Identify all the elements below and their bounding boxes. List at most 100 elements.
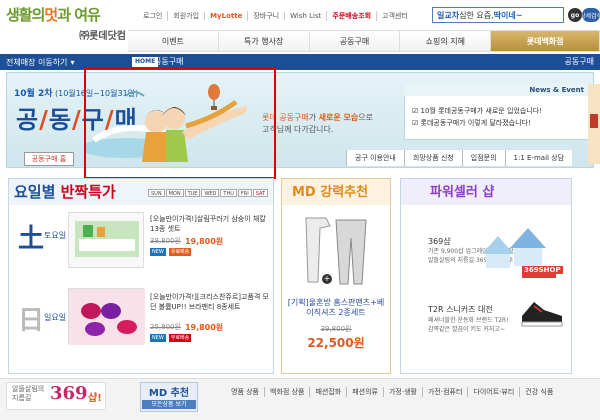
highlight-box [84,67,276,179]
new-badge: NEW [150,248,166,256]
side-ad[interactable] [588,84,600,164]
search-text: 일교차 [437,10,460,20]
logo-text: 멋 [44,6,58,24]
news-item-label: 10월 롯데공동구매가 새로운 입었습니다! [420,107,542,115]
side-ad-image [588,84,600,164]
search-go-button[interactable]: go [568,8,582,22]
md-product-image[interactable] [296,212,376,292]
tab-sat[interactable]: SAT [252,189,269,197]
product-name[interactable]: [오늘만이가격!][크리스찬쥬르]고품격 모던 볼륨UP!! 브라팬티 8종세트 [150,292,270,312]
email-consult-link[interactable]: 1:1 E-mail 상담 [504,150,573,166]
news-item[interactable]: ☑ 10월 롯데공동구매가 새로운 입었습니다! [412,106,542,116]
join-link[interactable]: 회원가입 [167,11,204,21]
hero-message-text: 새로운 모습 [318,113,359,122]
login-link[interactable]: 로그인 [138,11,167,21]
shop-description-line: 감쪽같은 깔끔이 키도 커지고~ [428,326,505,333]
original-price: 39,800원 [150,237,181,245]
md-original-price: 39,800원 [320,325,352,333]
tab-health-food[interactable]: 건강 식품 [519,387,558,397]
nav-department-store[interactable]: 롯데백화점 [491,30,600,52]
md-recommend-title: MD 강력추천 [292,185,369,200]
nav-group-buy[interactable]: 공동구매 [309,30,401,52]
md-product-name[interactable]: [기획]울혼방 홈스판팬츠+베이직셔츠 2종세트 [286,298,386,318]
site-logo[interactable]: 생활의멋과 여유 ㈜롯데닷컴 [6,4,126,52]
day-label: 일요일 [44,313,67,322]
product-thumbnail[interactable] [68,212,144,268]
global-nav: 이벤트 특가 행사장 공동구매 쇼핑의 지혜 롯데백화점 [128,30,600,52]
shipping-badge: 무료배송 [168,334,192,342]
tab-mon[interactable]: MON [165,189,184,197]
bullet-icon: ☑ [412,119,421,127]
bottom-category-tabs: 명품 상품 백화점 상품 패션잡화 패션의류 가정·생활 가전·컴퓨터 다이어트… [226,387,558,397]
new-badge: NEW [150,334,166,342]
cart-link[interactable]: 장바구니 [247,11,284,21]
shop-description: 패셔너블한 운동화 브랜드 T2R! 감쪽같은 깔끔이 키도 커지고~ [428,316,509,334]
panel-title-text: 요일별 [14,183,61,201]
hero-message: 롯데 공동구매가 새로운 모습으로 고객님께 다가갑니다. [262,112,373,136]
chevron-down-icon: ▾ [70,57,75,67]
news-event-header: News & Event [404,84,590,96]
hero-message-text: 공동구매 [279,113,309,122]
view-all-button[interactable]: 모든상품 보기 [142,400,196,409]
tab-thu[interactable]: THU [220,189,237,197]
search-text: 딱이네~ [493,10,523,20]
banner-small-text: 알뜰살림의 지름길 [12,385,44,403]
hero-date-week: 10월 2차 [14,89,53,99]
md-pick-title: MD 추천 [148,388,190,399]
sneaker-image[interactable] [518,292,566,332]
nav-events[interactable]: 이벤트 [128,30,219,52]
tab-department[interactable]: 백화점 상품 [264,387,309,397]
news-item-label: 롯데공동구매가 이렇게 달라졌습니다! [420,119,531,127]
tab-home-living[interactable]: 가정·생활 [382,387,422,397]
banner-tail: 샵! [88,393,102,404]
guide-link[interactable]: 공구 이용안내 [346,150,404,166]
search-text: 심한 요즘, [459,10,494,20]
shop-name[interactable]: 369샵 [428,236,451,247]
tab-wed[interactable]: WED [201,189,220,197]
md-sale-price: 22,500원 [307,336,365,350]
day-label-big: 土 [18,224,45,254]
product-thumbnail[interactable] [68,288,145,345]
search-input[interactable]: 일교차 심한 요즘, 딱이네~ [432,7,564,23]
badge-row: NEW 유료배송 [150,248,192,256]
tab-fashion-goods[interactable]: 패션잡화 [309,387,346,397]
original-price: 25,800원 [150,323,181,331]
product-name[interactable]: [오늘만이가격!]살림꾸러기 삼숭이 채칼13종 셋트 [150,214,270,234]
news-item[interactable]: ☑ 롯데공동구매가 이렇게 달라졌습니다! [412,118,531,128]
wishlist-link[interactable]: Wish List [284,12,326,20]
mylotte-link[interactable]: MyLotte [204,12,247,20]
logo-text: 생활의 [6,6,45,24]
nav-shopping-tips[interactable]: 쇼핑의 지혜 [400,30,492,52]
day-label-big: 日 [18,306,45,336]
section-label: 공동구매 [564,57,594,66]
customer-center-link[interactable]: 고객센터 [376,11,413,21]
tab-tue[interactable]: TUE [184,189,201,197]
logo-company: ㈜롯데닷컴 [79,31,126,42]
tab-fashion-clothing[interactable]: 패션의류 [346,387,383,397]
request-link[interactable]: 희망상품 신청 [403,150,462,166]
daily-special-title: 요일별 반짝특가 [14,181,116,202]
banner-small-line: 알뜰살림의 [12,385,45,393]
advanced-search-button[interactable]: 상세검색 [582,8,600,22]
nav-special-sale[interactable]: 특가 행사장 [218,30,310,52]
tab-sun[interactable]: SUN [148,189,165,197]
logo-text: 과 여유 [57,6,101,24]
banner-number: 369 [50,383,88,404]
tab-luxury[interactable]: 명품 상품 [226,387,264,397]
badge-row: NEW 무료배송 [150,334,192,342]
hero-sublinks: 공구 이용안내 희망상품 신청 입점문의 1:1 E-mail 상담 [346,150,573,166]
tab-electronics[interactable]: 가전·컴퓨터 [421,387,467,397]
tab-fri[interactable]: FRI [237,189,252,197]
shipping-badge: 유료배송 [168,248,192,256]
order-tracking-link[interactable]: 주문배송조회 [326,11,376,21]
power-seller-title: 파워셀러 샵 [430,185,495,200]
tab-diet-beauty[interactable]: 다이어트·뷰티 [467,387,519,397]
hero-title-char: 동 [48,105,72,134]
shop-name[interactable]: T2R 스니커즈 대전 [428,304,493,315]
day-tabs: SUN MON TUE WED THU FRI SAT [148,189,269,197]
group-buy-home-button[interactable]: 공동구매 홈 [24,152,74,166]
vendor-inquiry-link[interactable]: 입점문의 [461,150,505,166]
hero-message-text: 으로 [358,113,373,122]
banner-small-line: 지름길 [12,394,32,402]
shop-description-line: 패셔너블한 운동화 브랜드 T2R! [428,317,509,324]
